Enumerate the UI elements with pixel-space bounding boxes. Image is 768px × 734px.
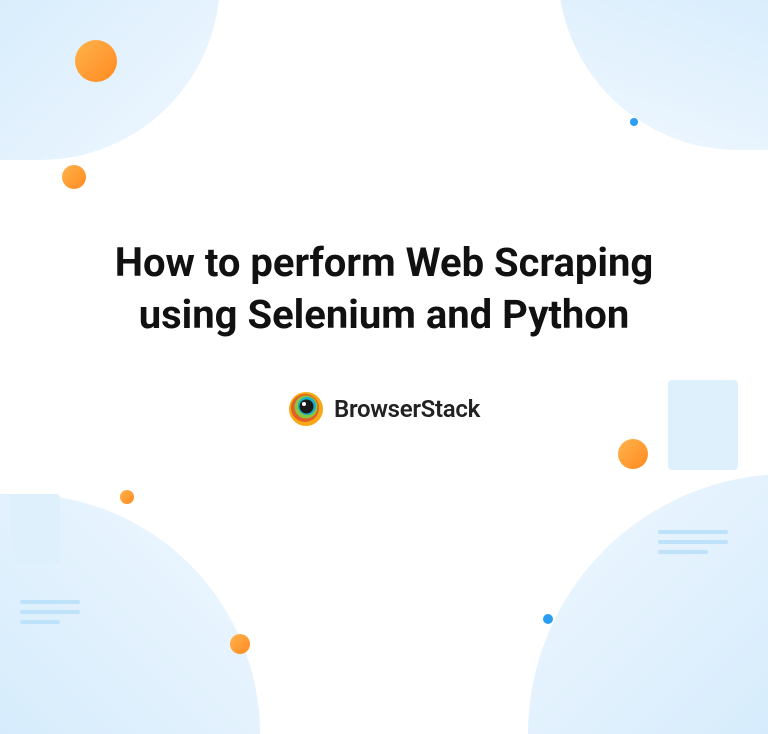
brand-name: BrowserStack bbox=[334, 395, 480, 423]
browserstack-logo-icon bbox=[288, 391, 324, 427]
page-title: How to perform Web Scraping using Seleni… bbox=[104, 237, 664, 341]
main-content: How to perform Web Scraping using Seleni… bbox=[0, 0, 768, 694]
brand-row: BrowserStack bbox=[288, 391, 480, 427]
